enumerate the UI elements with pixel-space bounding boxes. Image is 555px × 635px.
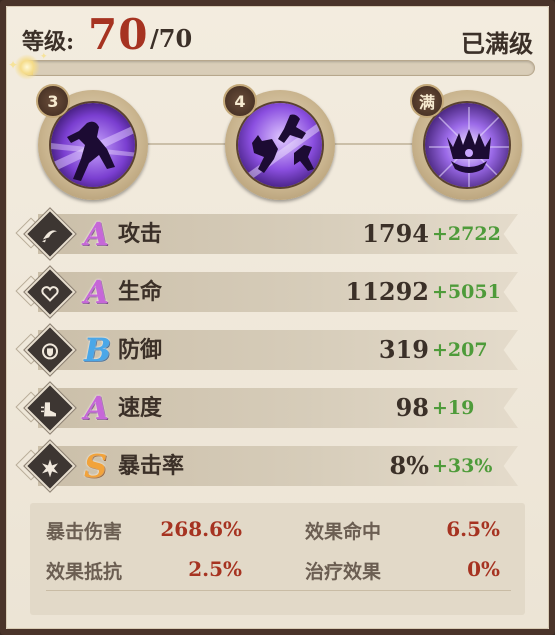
stat-value: 98	[395, 393, 429, 422]
stat-bonus: +207	[432, 339, 488, 361]
stat-name: 生命	[118, 279, 163, 305]
skill-2[interactable]: 4	[223, 84, 335, 200]
stat-grade: A	[84, 273, 109, 311]
sparkle-icon: ✦	[40, 52, 48, 62]
xp-progress-bar	[22, 60, 535, 76]
stat-grade: A	[84, 215, 109, 253]
extra-stat-value: 268.6%	[160, 517, 242, 541]
skill-1[interactable]: 3	[36, 84, 148, 200]
stat-name: 攻击	[118, 221, 163, 247]
stat-value: 1794	[362, 219, 429, 248]
stat-name: 速度	[118, 395, 163, 421]
level-max: /70	[150, 24, 193, 53]
stat-row-health: A 生命 11292 +5051	[15, 266, 535, 318]
stat-bonus: +19	[432, 397, 475, 419]
stat-bonus: +33%	[432, 455, 493, 477]
stat-value: 11292	[345, 277, 430, 306]
sparkle-icon: ✦	[8, 58, 19, 72]
stat-grade: S	[84, 447, 108, 485]
extra-stat-label: 暴击伤害	[46, 521, 123, 543]
skill-3-level-badge: 满	[410, 84, 444, 118]
stat-grade: A	[84, 389, 109, 427]
level-current: 70	[88, 10, 149, 59]
stat-value: 8%	[389, 451, 429, 480]
skill-3[interactable]: 满	[410, 84, 522, 200]
stat-grade: B	[84, 331, 112, 369]
stat-name: 防御	[118, 337, 163, 363]
extra-stat-value: 0%	[467, 557, 500, 581]
level-label: 等级:	[22, 29, 75, 55]
extra-stat-value: 6.5%	[446, 517, 500, 541]
extra-stat-label: 效果命中	[305, 521, 382, 543]
max-level-status: 已满级	[461, 29, 533, 58]
stat-bonus: +2722	[432, 223, 501, 245]
skill-1-level-badge: 3	[36, 84, 70, 118]
extra-stat-value: 2.5%	[188, 557, 242, 581]
skill-2-level-badge: 4	[223, 84, 257, 118]
extra-stat-label: 效果抵抗	[46, 561, 123, 583]
extra-stats-divider	[46, 590, 511, 591]
stat-row-crit-rate: S 暴击率 8% +33%	[15, 440, 535, 492]
extra-stat-label: 治疗效果	[305, 561, 382, 583]
stat-name: 暴击率	[118, 453, 185, 479]
stat-row-speed: A 速度 98 +19	[15, 382, 535, 434]
stat-row-attack: A 攻击 1794 +2722	[15, 208, 535, 260]
stat-row-defense: B 防御 319 +207	[15, 324, 535, 376]
stat-bonus: +5051	[432, 281, 501, 303]
stat-value: 319	[378, 335, 429, 364]
